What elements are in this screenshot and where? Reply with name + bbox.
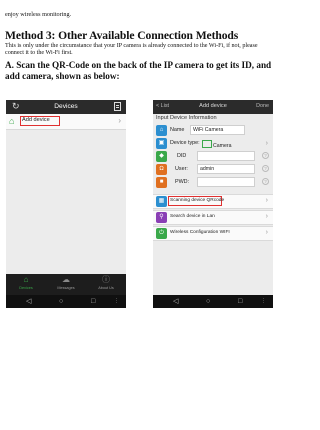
user-icon: Ω — [156, 164, 167, 175]
system-nav-bar: ◁ ○ □ ⋮ — [153, 295, 273, 308]
system-nav-bar: ◁ ○ □ ⋮ — [6, 295, 126, 308]
back-nav-icon[interactable]: ◁ — [173, 297, 178, 306]
method-heading: Method 3: Other Available Connection Met… — [5, 29, 239, 42]
help-icon[interactable]: ? — [262, 178, 269, 185]
chevron-right-icon: › — [118, 116, 121, 125]
field-label: DID — [177, 153, 187, 159]
field-label: Device type: — [170, 140, 200, 146]
device-type-row: ▣ Device type: Camera › — [153, 137, 273, 150]
home-icon: ⌂ — [156, 125, 167, 136]
chevron-right-icon: › — [265, 197, 268, 204]
home-icon: ⌂ — [9, 116, 15, 126]
tab-bar: ⌂ Devices ☁ Messages ⓘ About Us — [6, 274, 126, 295]
tab-label: About Us — [98, 286, 114, 290]
device-type-option[interactable]: Camera — [202, 140, 231, 149]
devices-title: Devices — [54, 103, 78, 110]
more-nav-icon[interactable]: ⋮ — [261, 297, 266, 306]
add-device-title: Add device — [199, 103, 227, 109]
more-nav-icon[interactable]: ⋮ — [114, 297, 119, 306]
name-field-row: ⌂ Name WiFi Camera — [153, 124, 273, 137]
add-device-header: < List Add device Done — [153, 100, 273, 114]
intro-tail-text: enjoy wireless monitoring. — [5, 11, 72, 18]
search-lan-button[interactable]: ⚲ Search device in Lan › — [153, 210, 273, 225]
method-note: This is only under the circumstance that… — [5, 43, 258, 57]
user-field-row: Ω User: admin ? — [153, 163, 273, 176]
wireless-config-button[interactable]: ⏻ Wireless Configuration WIFI › — [153, 226, 273, 241]
field-label: User: — [175, 166, 188, 172]
did-field-row: ◆ DID ? — [153, 150, 273, 163]
cloud-icon: ☁ — [62, 275, 70, 284]
step-heading: A. Scan the QR-Code on the back of the I… — [5, 60, 272, 81]
tab-devices[interactable]: ⌂ Devices — [6, 274, 46, 295]
section-title: Input Device Information — [156, 115, 217, 121]
tab-label: Messages — [57, 286, 75, 290]
field-label: PWD: — [175, 179, 190, 185]
recents-nav-icon[interactable]: □ — [238, 297, 242, 306]
field-label: Name — [170, 127, 185, 133]
help-icon[interactable]: ? — [262, 152, 269, 159]
add-device-row[interactable]: ⌂ Add device › — [6, 114, 126, 130]
tab-about-us[interactable]: ⓘ About Us — [86, 274, 126, 295]
help-icon[interactable]: ? — [262, 165, 269, 172]
devices-screenshot: ↻ Devices ⌂ Add device › ⌂ Devices ☁ Mes… — [6, 100, 126, 308]
home-icon: ⌂ — [23, 275, 29, 284]
home-nav-icon[interactable]: ○ — [59, 297, 63, 306]
devices-header: ↻ Devices — [6, 100, 126, 114]
done-button[interactable]: Done — [256, 103, 269, 109]
checkbox-icon — [202, 140, 212, 148]
tab-messages[interactable]: ☁ Messages — [46, 274, 86, 295]
password-input[interactable] — [197, 177, 255, 187]
qrcode-icon: ▦ — [156, 196, 167, 207]
add-device-label: Add device — [22, 117, 50, 123]
chevron-right-icon: › — [265, 140, 268, 147]
chevron-right-icon: › — [265, 229, 268, 236]
scan-qrcode-button[interactable]: ▦ Scanning device QRcode › — [153, 194, 273, 209]
user-input[interactable]: admin — [197, 164, 255, 174]
search-icon: ⚲ — [156, 212, 167, 223]
id-icon: ◆ — [156, 151, 167, 162]
pwd-field-row: ■ PWD: ? — [153, 176, 273, 189]
add-device-screenshot: < List Add device Done Input Device Info… — [153, 100, 273, 308]
recents-nav-icon[interactable]: □ — [91, 297, 95, 306]
home-nav-icon[interactable]: ○ — [206, 297, 210, 306]
camera-icon: ▣ — [156, 138, 167, 149]
action-label: Scanning device QRcode — [170, 198, 225, 203]
power-icon: ⏻ — [156, 228, 167, 239]
action-label: Search device in Lan — [170, 214, 215, 219]
name-input[interactable]: WiFi Camera — [190, 125, 245, 135]
did-input[interactable] — [197, 151, 255, 161]
chevron-right-icon: › — [265, 213, 268, 220]
tab-label: Devices — [19, 286, 33, 290]
back-nav-icon[interactable]: ◁ — [26, 297, 31, 306]
action-label: Wireless Configuration WIFI — [170, 230, 230, 235]
info-icon: ⓘ — [102, 275, 110, 284]
lock-icon: ■ — [156, 177, 167, 188]
document-icon[interactable] — [114, 102, 121, 111]
